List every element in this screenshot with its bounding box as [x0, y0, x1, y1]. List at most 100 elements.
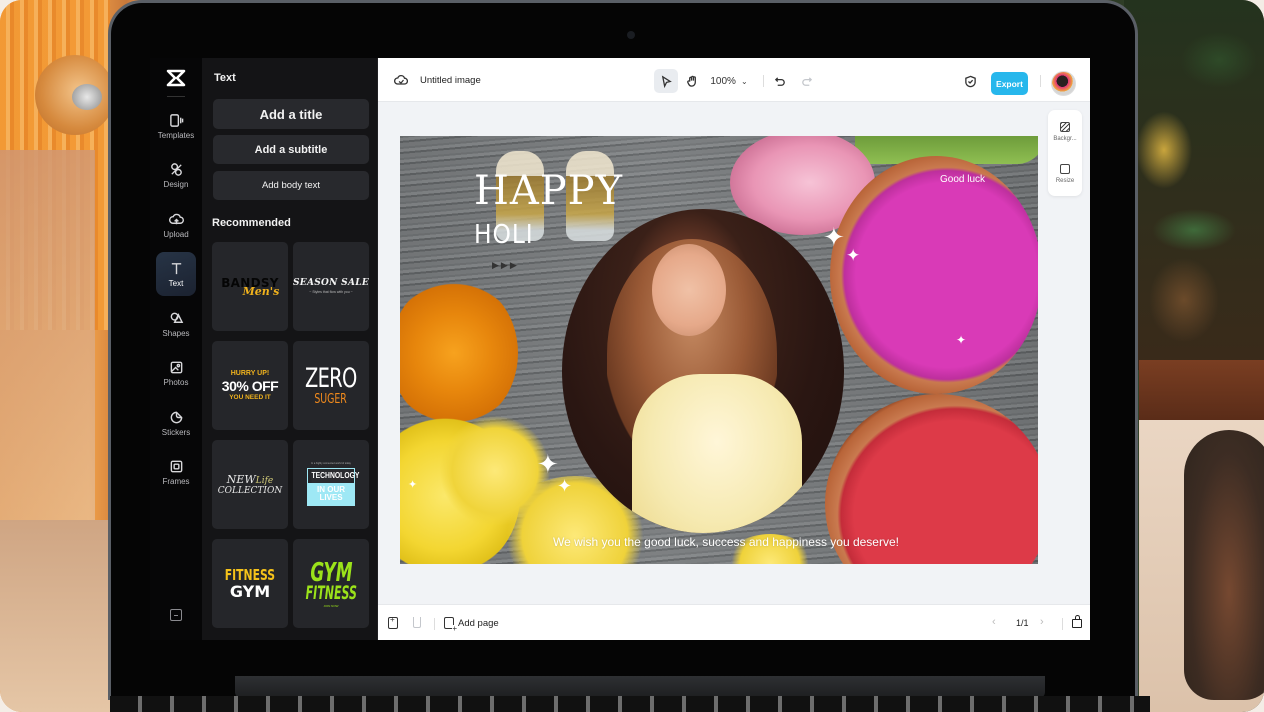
- sidebar-item-shapes[interactable]: Shapes: [156, 302, 196, 346]
- undo-button[interactable]: [772, 69, 788, 93]
- divider: [1040, 75, 1041, 87]
- divider: [434, 618, 435, 630]
- add-title-button[interactable]: Add a title: [213, 99, 369, 129]
- document-title[interactable]: Untitled image: [420, 75, 481, 86]
- hand-tool-button[interactable]: [682, 69, 702, 93]
- resize-label: Resize: [1055, 178, 1075, 184]
- text-template-zero-suger[interactable]: ZERO SUGER: [293, 341, 369, 430]
- sparkle-icon: ✦: [557, 476, 573, 496]
- pointer-icon: [661, 75, 672, 88]
- export-button[interactable]: Export: [991, 72, 1028, 95]
- zoom-dropdown[interactable]: 100% ⌄: [706, 69, 752, 93]
- divider: [167, 96, 185, 97]
- sparkle-icon: ✦: [537, 449, 559, 479]
- template-line: FITNESS: [305, 581, 357, 604]
- divider: [1062, 618, 1063, 630]
- text-template-bandsy[interactable]: BANDSY Men's: [212, 242, 288, 331]
- laptop-hinge: [235, 676, 1045, 698]
- text-template-hurry-up[interactable]: HURRY UP! 30% OFF YOU NEED IT: [212, 341, 288, 430]
- shield-check-icon: [964, 75, 976, 87]
- text-icon: [171, 262, 181, 274]
- text-panel: Text Add a title Add a subtitle Add body…: [202, 58, 378, 640]
- shapes-icon: [170, 312, 183, 323]
- page-indicator: 1/1: [1016, 618, 1029, 628]
- add-body-text-button[interactable]: Add body text: [213, 171, 369, 200]
- chevron-down-icon: ⌄: [740, 76, 748, 86]
- text-template-new-life[interactable]: NEWLife COLLECTION: [212, 440, 288, 529]
- sparkle-icon: ✦: [846, 246, 861, 265]
- lock-icon[interactable]: [1072, 615, 1082, 628]
- sidebar-item-text[interactable]: Text: [156, 252, 196, 296]
- sidebar-item-label: Upload: [163, 229, 189, 239]
- canvas-text-wish[interactable]: We wish you the good luck, success and h…: [553, 535, 899, 549]
- template-line: SUGER: [314, 392, 348, 407]
- template-line: JOIN NOW: [323, 603, 339, 608]
- portrait-face: [652, 244, 726, 336]
- lamp-arm: [0, 150, 95, 530]
- add-page-button[interactable]: Add page: [444, 615, 499, 633]
- sidebar-item-frames[interactable]: Frames: [156, 450, 196, 494]
- app-screen: Templates Design Upload Text Shapes Phot…: [150, 58, 1090, 640]
- template-line: In a highly connected world of today: [311, 462, 351, 466]
- recommended-heading: Recommended: [212, 217, 291, 229]
- template-line: Men's: [242, 284, 280, 298]
- portrait-photo[interactable]: [562, 209, 844, 533]
- template-line: HURRY UP!: [230, 369, 270, 377]
- canvas-text-happy[interactable]: HAPPY: [474, 168, 623, 214]
- zoom-level: 100%: [710, 75, 736, 87]
- top-toolbar: Untitled image 100% ⌄ Export: [378, 58, 1090, 102]
- add-subtitle-button[interactable]: Add a subtitle: [213, 135, 369, 164]
- text-template-gym-fitness[interactable]: GYM FITNESS JOIN NOW: [293, 539, 369, 628]
- previous-page-icon[interactable]: ‹: [992, 616, 996, 628]
- photos-icon: [170, 361, 182, 373]
- privacy-button[interactable]: [962, 69, 978, 93]
- template-line: COLLECTION: [217, 485, 283, 496]
- portrait-shirt: [632, 374, 802, 533]
- sidebar-item-design[interactable]: Design: [156, 153, 196, 197]
- glass-bottle: [1184, 430, 1264, 700]
- duplicate-page-icon[interactable]: [388, 615, 398, 629]
- redo-button[interactable]: [798, 69, 814, 93]
- sidebar-item-label: Design: [163, 179, 189, 189]
- pink-powder-bowl: [830, 156, 1038, 394]
- capcut-logo-icon[interactable]: [165, 67, 187, 89]
- hand-icon: [686, 75, 696, 87]
- template-line: SEASON SALE: [293, 277, 369, 288]
- text-template-season-sale[interactable]: SEASON SALE ~ Styles that flow with you …: [293, 242, 369, 331]
- trash-icon[interactable]: [413, 617, 421, 628]
- background-button[interactable]: Backgr...: [1048, 112, 1082, 152]
- cloud-sync-icon[interactable]: [394, 73, 408, 87]
- sidebar-item-stickers[interactable]: Stickers: [156, 401, 196, 445]
- sidebar-item-upload[interactable]: Upload: [156, 203, 196, 247]
- resize-button[interactable]: Resize: [1048, 154, 1082, 194]
- user-avatar[interactable]: [1051, 71, 1076, 96]
- upload-icon: [168, 213, 184, 224]
- house-plant: [1124, 0, 1264, 370]
- keyboard-shortcuts-icon[interactable]: [170, 609, 182, 621]
- design-canvas[interactable]: HAPPY HOLI ▶▶▶ Good luck We wish you the…: [400, 136, 1038, 564]
- template-line: FITNESS: [224, 565, 276, 584]
- arrow-decoration: ▶▶▶: [492, 260, 519, 270]
- template-line: ZERO: [305, 363, 357, 394]
- canvas-text-holi[interactable]: HOLI: [474, 220, 534, 250]
- editor-area: Untitled image 100% ⌄ Export HAPPY HOLI …: [378, 58, 1090, 640]
- background-icon: [1060, 122, 1070, 132]
- template-line: NEWLife: [227, 474, 273, 486]
- canvas-text-good-luck[interactable]: Good luck: [940, 174, 985, 185]
- add-page-icon: [444, 617, 457, 633]
- select-tool-button[interactable]: [654, 69, 678, 93]
- text-template-technology[interactable]: In a highly connected world of today TEC…: [293, 440, 369, 529]
- laptop-keyboard: [110, 696, 1150, 712]
- sidebar-item-photos[interactable]: Photos: [156, 351, 196, 395]
- template-word: Life: [255, 475, 274, 486]
- text-template-fitness-gym[interactable]: FITNESS GYM: [212, 539, 288, 628]
- background-label: Backgr...: [1053, 136, 1077, 142]
- next-page-icon[interactable]: ›: [1040, 616, 1044, 628]
- webcam: [627, 31, 635, 39]
- sidebar-item-label: Stickers: [161, 427, 191, 437]
- sparkle-icon: ✦: [823, 222, 845, 252]
- templates-icon: [169, 113, 183, 127]
- add-page-label: Add page: [458, 617, 499, 629]
- canvas-side-tools: Backgr... Resize: [1048, 110, 1082, 196]
- sidebar-item-templates[interactable]: Templates: [156, 104, 196, 148]
